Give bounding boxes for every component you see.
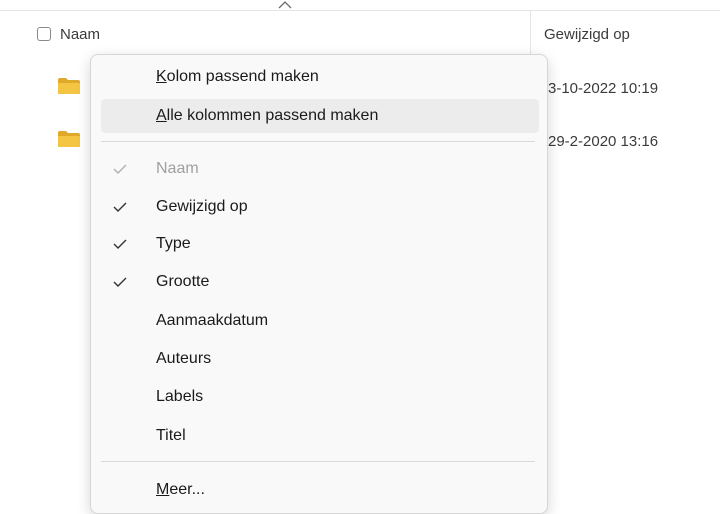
column-context-menu: Kolom passend maken Alle kolommen passen… [90, 54, 548, 514]
sort-ascending-icon [278, 1, 292, 9]
menu-item-label: Type [156, 235, 191, 252]
menu-item-fit-column[interactable]: Kolom passend maken [101, 60, 539, 94]
menu-item-column-labels[interactable]: Labels [101, 380, 539, 414]
column-divider[interactable] [530, 11, 531, 59]
folder-icon[interactable] [57, 130, 81, 148]
checkmark-icon [113, 202, 127, 212]
row-modified-date: 3-10-2022 10:19 [548, 80, 659, 97]
menu-item-column-name: Naam [101, 152, 539, 186]
checkmark-icon [113, 239, 127, 249]
menu-item-label: Naam [156, 160, 199, 177]
menu-item-column-authors[interactable]: Auteurs [101, 342, 539, 376]
menu-item-label: Meer... [156, 481, 205, 498]
menu-item-column-created[interactable]: Aanmaakdatum [101, 304, 539, 338]
menu-item-label: Auteurs [156, 350, 212, 367]
menu-item-column-size[interactable]: Grootte [101, 265, 539, 299]
checkmark-icon [113, 277, 127, 287]
menu-item-label: Kolom passend maken [156, 68, 319, 85]
menu-separator [101, 461, 535, 462]
folder-icon[interactable] [57, 77, 81, 95]
menu-item-label: Alle kolommen passend maken [156, 107, 379, 124]
column-header-modified[interactable]: Gewijzigd op [544, 26, 630, 43]
menu-separator [101, 141, 535, 142]
file-explorer: Naam Gewijzigd op 3-10-2022 10:19 29-2-2… [0, 0, 720, 514]
column-header-row: Naam Gewijzigd op [0, 1, 720, 59]
menu-item-column-modified[interactable]: Gewijzigd op [101, 190, 539, 224]
column-header-name[interactable]: Naam [60, 26, 100, 43]
row-modified-date: 29-2-2020 13:16 [548, 133, 659, 150]
menu-item-label: Labels [156, 388, 204, 405]
menu-item-column-type[interactable]: Type [101, 227, 539, 261]
menu-item-column-title[interactable]: Titel [101, 419, 539, 453]
menu-item-fit-all-columns[interactable]: Alle kolommen passend maken [101, 99, 539, 133]
menu-item-label: Grootte [156, 273, 210, 290]
select-all-checkbox[interactable] [37, 27, 51, 41]
checkmark-icon [113, 164, 127, 174]
menu-item-label: Aanmaakdatum [156, 312, 269, 329]
menu-item-label: Titel [156, 427, 186, 444]
menu-item-label: Gewijzigd op [156, 198, 248, 215]
menu-item-more[interactable]: Meer... [101, 473, 539, 507]
